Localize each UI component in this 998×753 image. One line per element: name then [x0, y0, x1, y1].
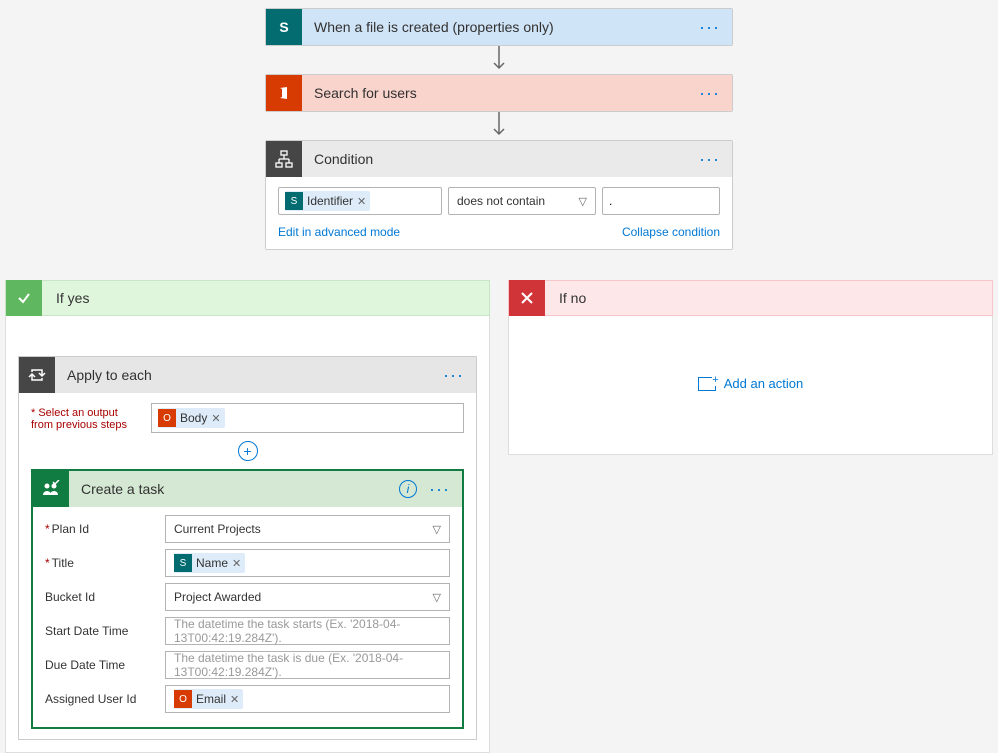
add-action-button[interactable]: Add an action: [698, 376, 804, 391]
apply-input[interactable]: O Body ✕: [151, 403, 464, 433]
body-token[interactable]: O Body ✕: [158, 408, 225, 428]
trigger-step[interactable]: S When a file is created (properties onl…: [265, 8, 733, 46]
if-yes-branch: If yes Apply to each ··· * Select an out…: [5, 280, 490, 753]
check-icon: [6, 280, 42, 316]
edit-advanced-link[interactable]: Edit in advanced mode: [278, 225, 400, 239]
sharepoint-icon: S: [285, 192, 303, 210]
x-icon: [509, 280, 545, 316]
sharepoint-icon: S: [174, 554, 192, 572]
due-date-label: Due Date Time: [45, 658, 155, 672]
condition-value-input[interactable]: [602, 187, 720, 215]
collapse-condition-link[interactable]: Collapse condition: [622, 225, 720, 239]
chevron-down-icon: ▽: [433, 523, 441, 536]
chevron-down-icon: ▽: [579, 195, 587, 208]
office365-icon: [266, 75, 302, 111]
apply-to-each-step: Apply to each ··· * Select an output fro…: [18, 356, 477, 740]
create-task-step: Create a task i ··· *Plan Id Current Pro…: [31, 469, 464, 729]
condition-operator-select[interactable]: does not contain ▽: [448, 187, 596, 215]
condition-left-field[interactable]: S Identifier ✕: [278, 187, 442, 215]
planner-icon: [33, 471, 69, 507]
arrow-down-icon: [489, 112, 509, 140]
if-no-branch: If no Add an action: [508, 280, 993, 753]
trigger-title: When a file is created (properties only): [302, 19, 695, 35]
search-users-title: Search for users: [302, 85, 695, 101]
due-date-input[interactable]: The datetime the task is due (Ex. '2018-…: [165, 651, 450, 679]
loop-icon: [19, 357, 55, 393]
plan-id-label: *Plan Id: [45, 522, 155, 536]
remove-token-icon[interactable]: ✕: [230, 693, 239, 706]
apply-menu[interactable]: ···: [439, 365, 468, 386]
create-task-header[interactable]: Create a task i ···: [33, 471, 462, 507]
apply-select-label: * Select an output from previous steps: [31, 403, 141, 431]
assigned-user-input[interactable]: O Email ✕: [165, 685, 450, 713]
office365-icon: O: [158, 409, 176, 427]
start-date-label: Start Date Time: [45, 624, 155, 638]
search-users-menu[interactable]: ···: [695, 83, 724, 104]
name-token[interactable]: S Name ✕: [174, 553, 245, 573]
remove-token-icon[interactable]: ✕: [211, 412, 220, 425]
remove-token-icon[interactable]: ✕: [232, 557, 241, 570]
plan-id-select[interactable]: Current Projects ▽: [165, 515, 450, 543]
arrow-down-icon: [489, 46, 509, 74]
if-yes-header[interactable]: If yes: [5, 280, 490, 316]
start-date-input[interactable]: The datetime the task starts (Ex. '2018-…: [165, 617, 450, 645]
bucket-id-select[interactable]: Project Awarded ▽: [165, 583, 450, 611]
search-users-step[interactable]: Search for users ···: [265, 74, 733, 112]
sharepoint-icon: S: [266, 9, 302, 45]
task-menu[interactable]: ···: [425, 479, 454, 500]
title-input[interactable]: S Name ✕: [165, 549, 450, 577]
add-action-icon: [698, 377, 716, 391]
remove-token-icon[interactable]: ✕: [357, 195, 366, 208]
email-token[interactable]: O Email ✕: [174, 689, 243, 709]
if-no-header[interactable]: If no: [508, 280, 993, 316]
add-step-button[interactable]: +: [238, 441, 258, 461]
assigned-user-label: Assigned User Id: [45, 692, 155, 706]
identifier-token[interactable]: S Identifier ✕: [285, 191, 370, 211]
bucket-id-label: Bucket Id: [45, 590, 155, 604]
condition-icon: [266, 141, 302, 177]
trigger-menu[interactable]: ···: [695, 17, 724, 38]
info-icon[interactable]: i: [399, 480, 417, 498]
title-label: *Title: [45, 556, 155, 570]
condition-header[interactable]: Condition ···: [266, 141, 732, 177]
condition-step: Condition ··· S Identifier ✕ does not co…: [265, 140, 733, 250]
chevron-down-icon: ▽: [433, 591, 441, 604]
apply-to-each-header[interactable]: Apply to each ···: [19, 357, 476, 393]
condition-menu[interactable]: ···: [695, 149, 724, 170]
condition-title: Condition: [302, 151, 695, 167]
office365-icon: O: [174, 690, 192, 708]
